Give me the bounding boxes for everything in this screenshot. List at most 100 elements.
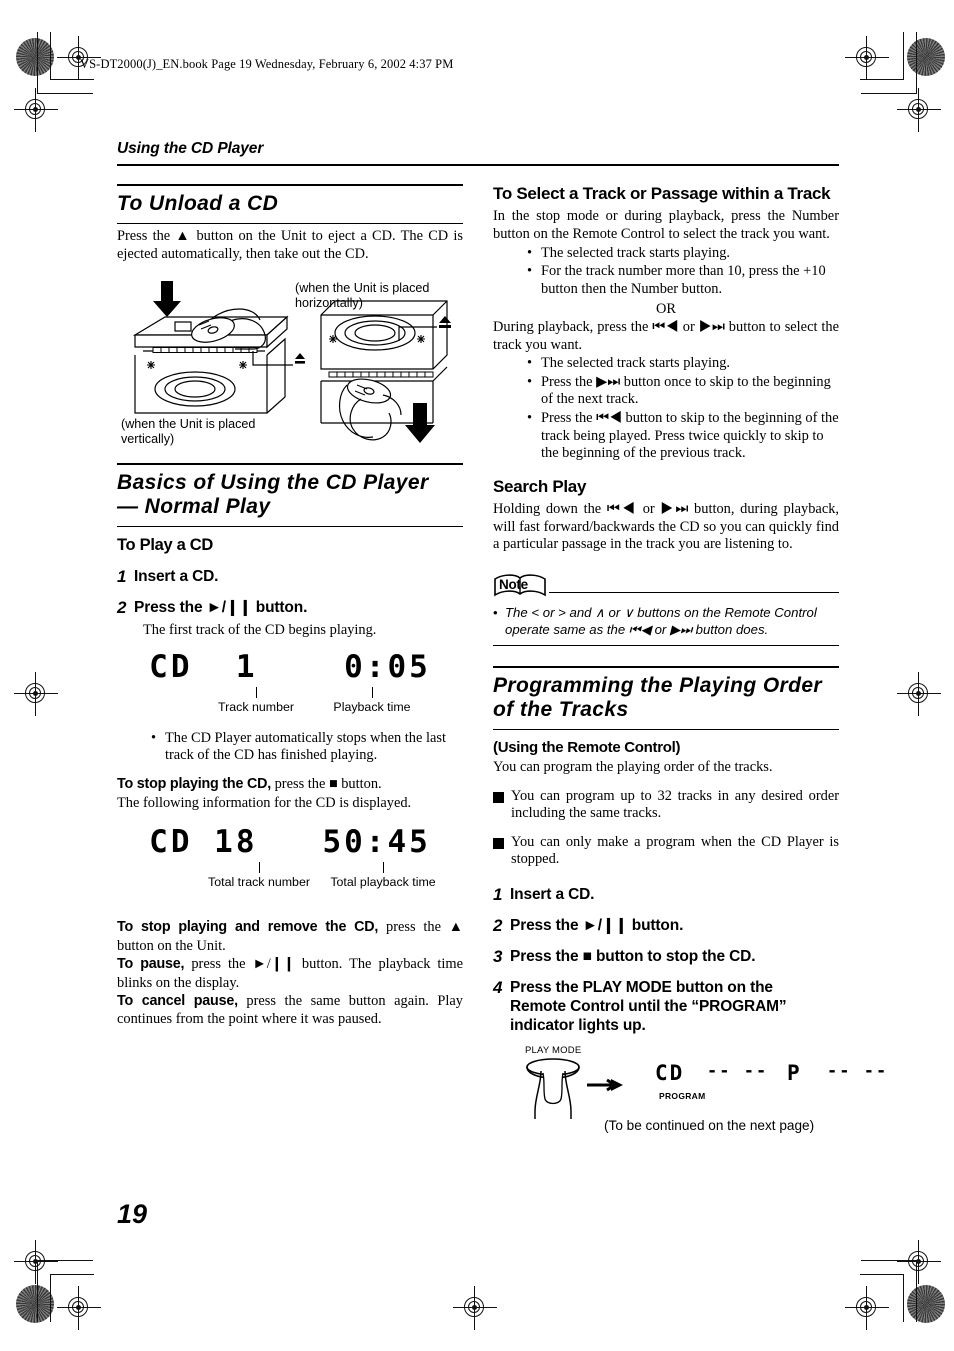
crop-mark — [50, 1274, 52, 1322]
callout-total-playback-time: Total playback time — [330, 874, 436, 889]
paragraph-stop-and-remove: To stop playing and remove the CD, press… — [117, 918, 463, 955]
page-number: 19 — [117, 1199, 148, 1229]
registration-mark-bottom-right — [845, 1286, 889, 1330]
crop-mark — [37, 93, 93, 95]
section-rule — [117, 222, 463, 224]
crop-mark — [37, 1260, 93, 1262]
lcd-readout-cd: CD — [655, 1061, 685, 1086]
bullet-list-autostop: The CD Player automatically stops when t… — [117, 730, 463, 765]
square-bullet-item-2: You can only make a program when the CD … — [493, 834, 839, 869]
step-play-2-detail: The first track of the CD begins playing… — [143, 621, 377, 638]
step-program-1: 1 Insert a CD. — [493, 885, 839, 905]
callout-playback-time: Playback time — [333, 699, 411, 714]
manual-page: VS-DT2000(J)_EN.book Page 19 Wednesday, … — [0, 0, 954, 1351]
section-title-programming-line2: of the Tracks — [493, 698, 629, 722]
crop-mark — [860, 1274, 904, 1276]
square-bullet-text: You can only make a program when the CD … — [511, 833, 839, 868]
figure-unload-cd: (when the Unit is placed horizontally) (… — [117, 273, 463, 451]
list-item: The selected track starts playing. — [527, 245, 839, 263]
note-book-icon: Note — [493, 573, 547, 599]
callout-tick — [259, 861, 261, 873]
crop-mark — [916, 32, 918, 94]
figure-caption-horizontal: (when the Unit is placed horizontally) — [295, 281, 430, 311]
right-column: To Select a Track or Passage within a Tr… — [493, 184, 889, 1120]
left-column: To Unload a CD Press the ▲ button on the… — [117, 184, 463, 1115]
leadin-cancel-pause: To cancel pause, — [117, 992, 238, 1009]
registration-mark-bottom-left — [57, 1286, 101, 1330]
section-rule — [117, 525, 463, 527]
crop-mark — [903, 32, 905, 80]
step-number: 1 — [117, 566, 127, 586]
paragraph-stop-playing: To stop playing the CD, press the ■ butt… — [117, 775, 463, 812]
step-text: Press the PLAY MODE button on the Remote… — [510, 978, 787, 1035]
or-separator: OR — [656, 301, 676, 318]
running-head: Using the CD Player — [117, 140, 264, 157]
crop-mark — [861, 1260, 917, 1262]
registration-mark-top-right — [845, 36, 889, 80]
section-rule — [493, 728, 839, 730]
subhead-using-remote-control: (Using the Remote Control) — [493, 738, 681, 756]
square-bullet-item-1: You can program up to 32 tracks in any d… — [493, 788, 839, 823]
section-title-programming-line1: Programming the Playing Order — [493, 674, 822, 698]
square-bullet-text: You can program up to 32 tracks in any d… — [511, 787, 839, 822]
display-stopped-callouts: Total track number Total playback time — [117, 861, 463, 896]
lcd-readout: CD 1 0:05 — [149, 648, 431, 685]
crop-mark — [37, 32, 39, 94]
step-number: 2 — [117, 597, 127, 617]
paragraph-pause: To pause, press the ►/❙❙ button. The pla… — [117, 955, 463, 992]
text-stop-playing-rest: press the ■ button. — [271, 775, 382, 792]
step-number: 3 — [493, 946, 503, 966]
lcd-readout: CD 18 50:45 — [149, 823, 431, 860]
registration-mark-bottom-center — [453, 1286, 497, 1330]
leadin-pause: To pause, — [117, 955, 185, 972]
program-indicator-label: PROGRAM — [659, 1091, 706, 1102]
leadin-stop-playing: To stop playing the CD, — [117, 775, 271, 792]
crop-mark — [860, 79, 904, 81]
list-item: For the track number more than 10, press… — [527, 263, 839, 298]
registration-mark-mid-right — [897, 672, 941, 716]
text-stop-playing-line2: The following information for the CD is … — [117, 794, 412, 811]
step-program-4: 4 Press the PLAY MODE button on the Remo… — [493, 978, 839, 1035]
step-play-1: 1 Insert a CD. — [117, 567, 463, 587]
section-title-basics-line1: Basics of Using the CD Player — [117, 471, 429, 495]
lcd-readout-dashes-1: -- -- — [707, 1061, 769, 1082]
callout-total-track-number: Total track number — [208, 874, 310, 889]
lcd-readout-dashes-2: -- -- — [827, 1061, 889, 1082]
step-number: 2 — [493, 915, 503, 935]
two-column-layout: To Unload a CD Press the ▲ button on the… — [117, 184, 889, 1120]
crop-mark — [37, 1260, 39, 1322]
list-item: The CD Player automatically stops when t… — [151, 730, 463, 765]
display-now-playing: CD 1 0:05 — [117, 647, 463, 687]
select-track-bullets-2: The selected track starts playing. Press… — [493, 355, 839, 462]
select-track-body-2: During playback, press the ⏮◀ or ▶⏭ butt… — [493, 319, 839, 353]
eject-icon — [295, 353, 305, 364]
section-programming-order: Programming the Playing Order of the Tra… — [493, 666, 839, 722]
figure-play-mode: PLAY MODE CD -- -- PROGRAM P -- -- — [507, 1045, 889, 1120]
figure-caption-vertical: (when the Unit is placed vertically) — [121, 417, 256, 447]
step-text: Insert a CD. — [134, 567, 219, 585]
note-text: The < or > and ∧ or ∨ buttons on the Rem… — [493, 604, 839, 638]
crop-mark — [916, 1260, 918, 1322]
finger-pressing-button-icon — [526, 1058, 623, 1120]
note-bottom-rule — [493, 645, 839, 647]
display-stopped: CD 18 50:45 — [117, 822, 463, 862]
list-item: Press the ▶⏭ button once to skip to the … — [527, 374, 839, 409]
square-bullet-icon — [493, 791, 504, 803]
book-file-header: VS-DT2000(J)_EN.book Page 19 Wednesday, … — [80, 57, 454, 71]
crop-mark — [861, 93, 917, 95]
print-rosette-top-right — [907, 38, 945, 76]
step-number: 4 — [493, 977, 503, 997]
select-track-body: In the stop mode or during playback, pre… — [493, 208, 839, 242]
print-rosette-bottom-right — [907, 1285, 945, 1323]
crop-mark — [50, 32, 52, 80]
display-now-playing-callouts: Track number Playback time — [117, 686, 463, 721]
step-program-2: 2 Press the ►/❙❙ button. — [493, 916, 839, 936]
section-title-search-play: Search Play — [493, 476, 587, 496]
select-track-bullets: The selected track starts playing. For t… — [493, 245, 839, 299]
crop-mark — [903, 1274, 905, 1322]
section-title-select-track: To Select a Track or Passage within a Tr… — [493, 184, 831, 203]
callout-tick — [372, 686, 374, 698]
registration-mark-mid-left — [14, 672, 58, 716]
registration-mark-inner-top-left — [14, 88, 58, 132]
list-item: Press the ⏮◀ button to skip to the begin… — [527, 410, 839, 463]
